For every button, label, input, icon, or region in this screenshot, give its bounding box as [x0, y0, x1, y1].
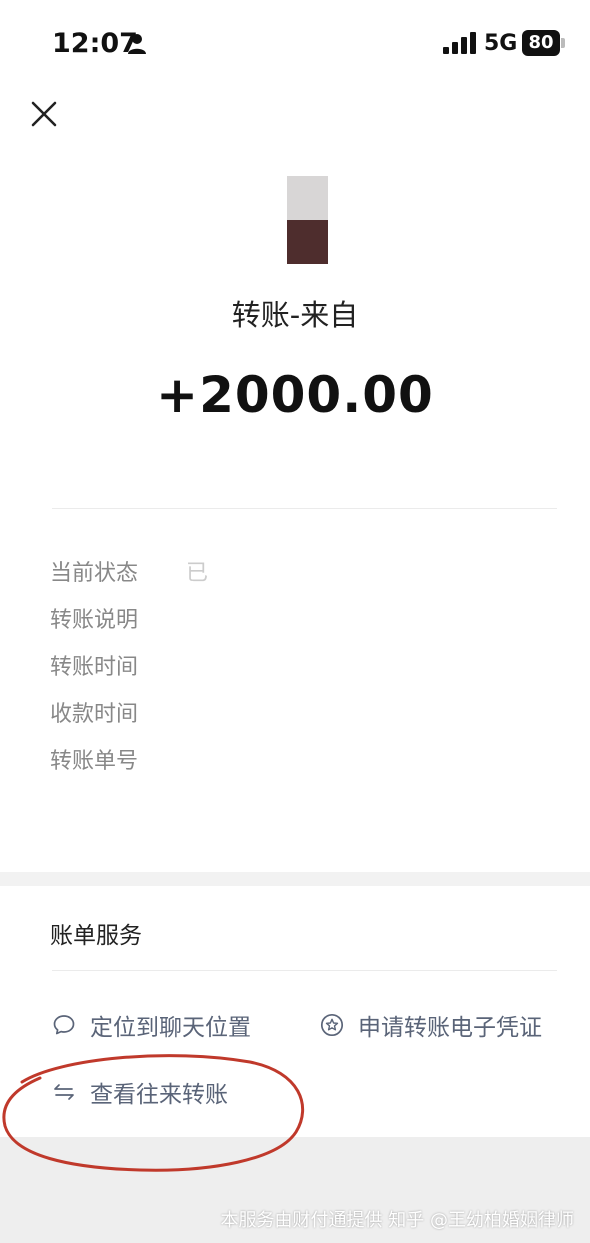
avatar-top-block	[287, 176, 328, 220]
view-transfer-history-link[interactable]: 查看往来转账	[52, 1075, 228, 1109]
apply-transfer-voucher-link[interactable]: 申请转账电子凭证	[320, 1008, 542, 1042]
detail-label-transfer-number: 转账单号	[50, 749, 139, 774]
footer-provider-text: 本服务由财付通提供 知乎 @王幼柏婚姻律师	[220, 1210, 574, 1231]
signal-icon	[443, 32, 476, 54]
exchange-arrows-icon	[54, 1084, 74, 1100]
detail-label-status: 当前状态	[50, 561, 139, 586]
locate-chat-position-label: 定位到聊天位置	[90, 1015, 251, 1041]
bill-services-heading: 账单服务	[50, 923, 142, 949]
detail-label-transfer-time: 转账时间	[50, 655, 139, 680]
divider	[52, 970, 557, 971]
battery-level: 80	[522, 30, 560, 56]
locate-chat-position-link[interactable]: 定位到聊天位置	[52, 1008, 251, 1042]
section-separator	[0, 872, 590, 886]
detail-value-status: 已	[186, 561, 209, 586]
payer-avatar	[287, 176, 328, 264]
transfer-amount: +2000.00	[156, 366, 434, 424]
status-time: 12:07	[52, 28, 138, 59]
detail-label-receive-time: 收款时间	[50, 702, 139, 727]
star-badge-icon	[320, 1013, 344, 1037]
close-icon[interactable]	[28, 98, 60, 130]
detail-label-note: 转账说明	[50, 608, 139, 633]
transfer-title: 转账-来自	[231, 298, 359, 332]
view-transfer-history-label: 查看往来转账	[90, 1082, 228, 1108]
apply-transfer-voucher-label: 申请转账电子凭证	[358, 1015, 542, 1041]
battery-tip	[561, 38, 565, 48]
divider	[52, 508, 557, 509]
battery-icon: 80	[522, 30, 566, 56]
person-icon	[128, 34, 146, 54]
status-bar: 12:07 5G 80	[0, 0, 590, 90]
chat-bubble-icon	[53, 1015, 75, 1035]
network-label: 5G	[484, 31, 518, 56]
avatar-bottom-block	[287, 220, 328, 264]
